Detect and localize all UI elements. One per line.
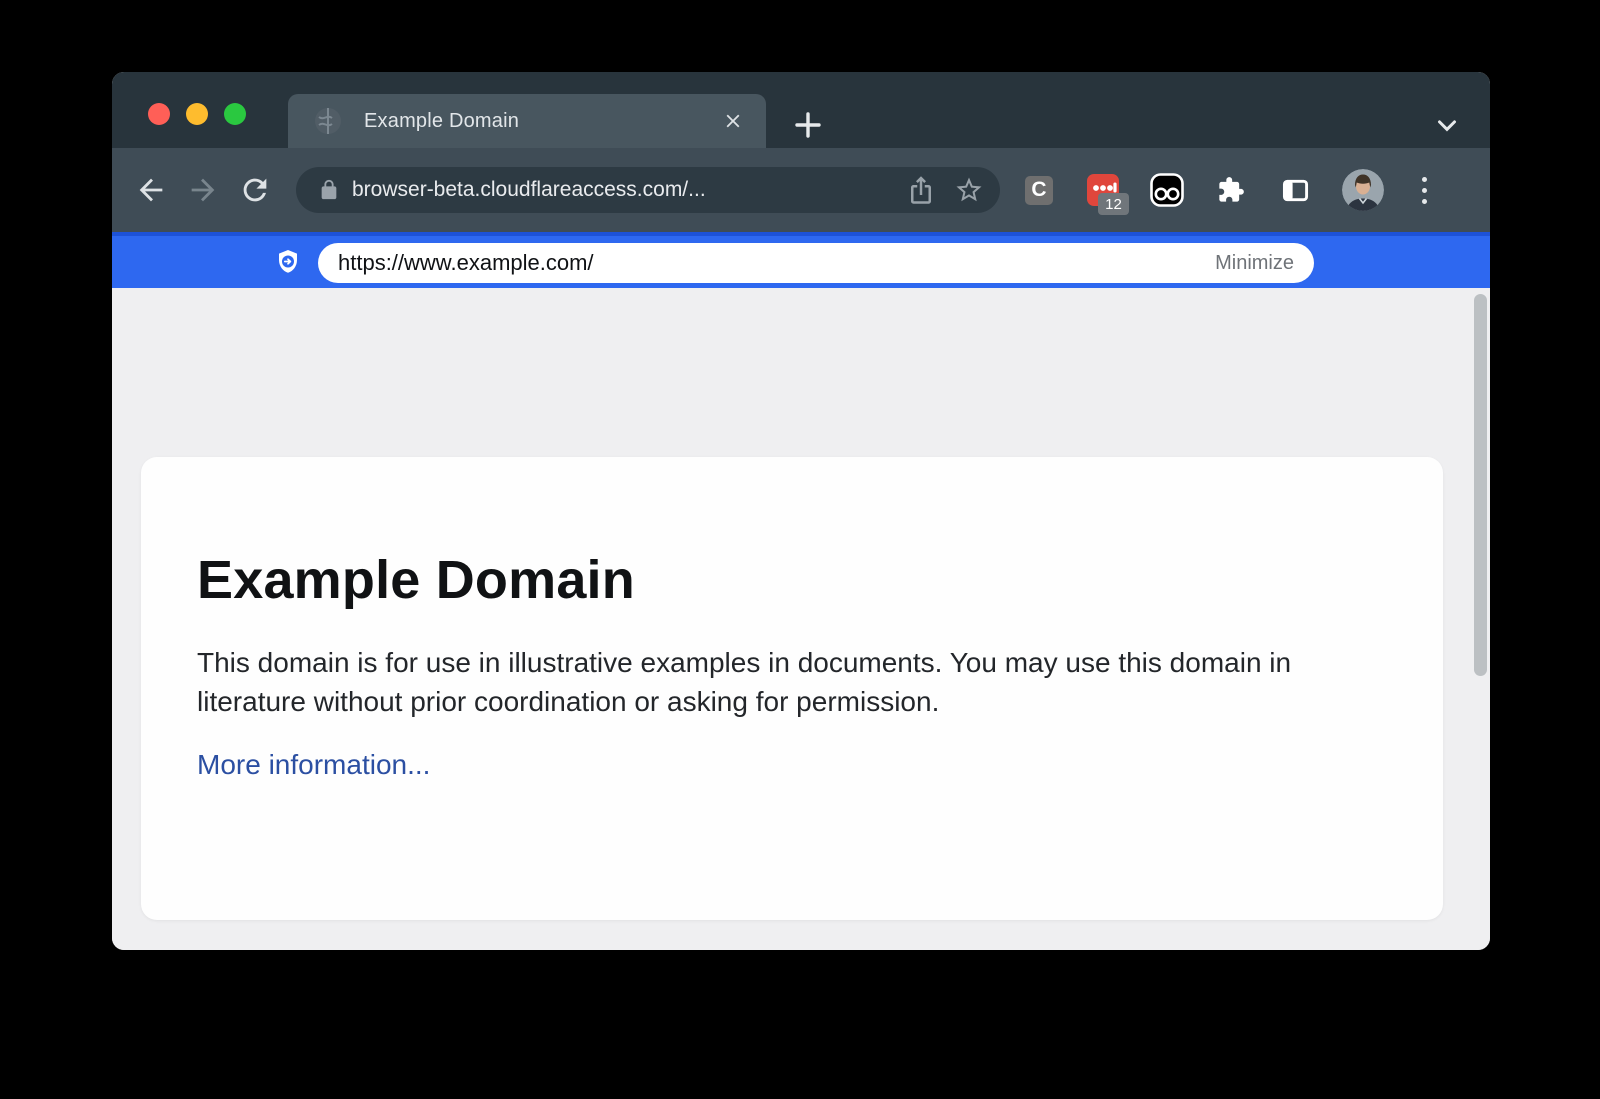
tab-example-domain[interactable]: Example Domain	[288, 94, 766, 148]
content-card: Example Domain This domain is for use in…	[141, 457, 1443, 920]
screen-background: Example Domain	[0, 0, 1600, 1099]
extensions-puzzle-button[interactable]	[1214, 173, 1248, 207]
traffic-lights	[148, 103, 246, 125]
vertical-scrollbar-thumb[interactable]	[1474, 294, 1487, 676]
remote-url-value[interactable]: https://www.example.com/	[338, 250, 594, 276]
chevron-down-icon[interactable]	[1432, 110, 1462, 140]
forward-button[interactable]	[186, 173, 220, 207]
back-button[interactable]	[134, 173, 168, 207]
side-panel-icon	[1282, 177, 1309, 204]
reload-button[interactable]	[238, 173, 272, 207]
tab-title: Example Domain	[364, 110, 519, 133]
star-icon[interactable]	[954, 175, 984, 205]
globe-favicon-icon	[314, 107, 342, 135]
page-paragraph: This domain is for use in illustrative e…	[197, 643, 1352, 721]
close-window-button[interactable]	[148, 103, 170, 125]
minimize-button[interactable]: Minimize	[1215, 252, 1294, 275]
kebab-menu-icon[interactable]	[1414, 177, 1434, 204]
browser-window: Example Domain	[112, 72, 1490, 950]
page-viewport: Example Domain This domain is for use in…	[112, 288, 1490, 950]
extension-red-dots-button[interactable]: 12	[1086, 173, 1120, 207]
shield-arrow-icon[interactable]	[275, 249, 301, 276]
cloudflare-access-bar: https://www.example.com/ Minimize	[112, 232, 1490, 288]
tab-close-icon[interactable]	[722, 110, 744, 132]
tab-strip: Example Domain	[112, 72, 1490, 148]
lock-icon[interactable]	[318, 179, 340, 201]
side-panel-button[interactable]	[1278, 173, 1312, 207]
remote-url-field[interactable]: https://www.example.com/ Minimize	[318, 243, 1314, 283]
profile-avatar[interactable]	[1342, 169, 1384, 211]
address-bar[interactable]: browser-beta.cloudflareaccess.com/...	[296, 167, 1000, 213]
share-icon[interactable]	[906, 175, 936, 205]
new-tab-button[interactable]	[792, 109, 824, 141]
extension-c-button[interactable]: C	[1022, 173, 1056, 207]
minimize-window-button[interactable]	[186, 103, 208, 125]
fullscreen-window-button[interactable]	[224, 103, 246, 125]
navigation-toolbar: browser-beta.cloudflareaccess.com/... C	[112, 148, 1490, 232]
puzzle-icon	[1217, 176, 1245, 204]
extension-badge: 12	[1098, 193, 1129, 215]
extension-goggles-button[interactable]	[1150, 173, 1184, 207]
goggles-extension-icon	[1150, 173, 1184, 207]
more-information-link[interactable]: More information...	[197, 749, 430, 781]
page-url: browser-beta.cloudflareaccess.com/...	[352, 178, 706, 202]
c-extension-icon: C	[1025, 176, 1053, 205]
extensions-area: C 12	[1022, 169, 1434, 211]
page-title: Example Domain	[197, 549, 1387, 611]
